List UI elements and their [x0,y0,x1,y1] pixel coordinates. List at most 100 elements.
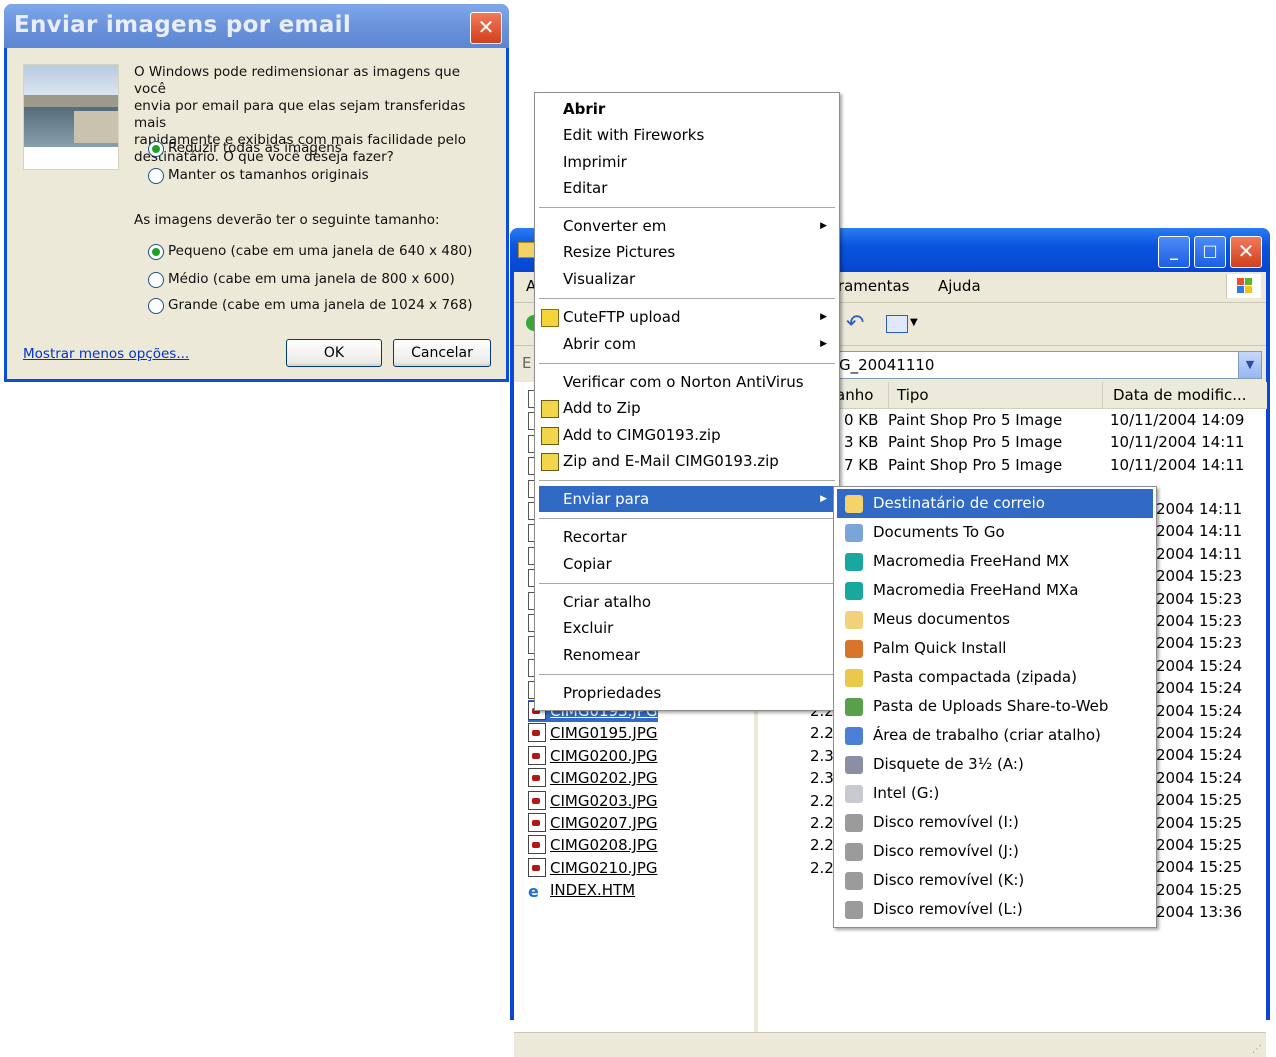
send-to-item[interactable]: Área de trabalho (criar atalho) [837,721,1153,750]
size-medium-radio[interactable] [148,272,164,288]
file-date-cell: 2004 15:24 [1156,746,1243,765]
send-to-item[interactable]: Macromedia FreeHand MX [837,547,1153,576]
menu-cuteftp[interactable]: CuteFTP upload ▶ [539,304,835,330]
size-small-label[interactable]: Pequeno (cabe em uma janela de 640 x 480… [168,243,472,260]
dialog-title-bar[interactable]: Enviar imagens por email ✕ [4,4,509,48]
send-to-item[interactable]: Disco removível (L:) [837,895,1153,924]
send-to-item-label: Palm Quick Install [873,639,1007,657]
menu-create-shortcut[interactable]: Criar atalho [539,589,835,615]
file-date-cell: 2004 15:23 [1156,612,1243,630]
jpg-file-icon [528,723,546,743]
send-to-item[interactable]: Disco removível (K:) [837,866,1153,895]
file-date-cell: 10/11/2004 14:11 [1110,433,1245,452]
file-name: CIMG0208.JPG [550,836,658,855]
documents-to-go-icon [845,524,863,542]
send-to-item[interactable]: Pasta compactada (zipada) [837,663,1153,692]
maximize-button[interactable]: □ [1194,236,1226,268]
menu-convert[interactable]: Converter em ▶ [539,213,835,239]
keep-size-label[interactable]: Manter os tamanhos originais [168,167,369,184]
menu-open-with[interactable]: Abrir com ▶ [539,331,835,357]
size-large-label[interactable]: Grande (cabe em uma janela de 1024 x 768… [168,297,472,314]
menu-help[interactable]: Ajuda [938,277,981,295]
file-row[interactable]: CIMG0210.JPG [528,857,658,879]
menu-delete[interactable]: Excluir [539,615,835,641]
menu-zip-and-email[interactable]: Zip and E-Mail CIMG0193.zip [539,448,835,474]
file-row[interactable]: CIMG0195.JPG [528,722,658,744]
menu-norton-scan[interactable]: Verificar com o Norton AntiVirus [539,369,835,395]
close-icon: ✕ [477,15,495,39]
web-upload-folder-icon [845,698,863,716]
menu-edit[interactable]: Editar [539,175,835,201]
file-date-cell: 2004 15:24 [1156,724,1243,742]
menu-open[interactable]: Abrir [539,96,835,122]
menu-print-label: Imprimir [563,153,627,171]
send-to-item[interactable]: Meus documentos [837,605,1153,634]
minimize-button[interactable]: _ [1158,236,1190,268]
send-to-item[interactable]: Disco removível (J:) [837,837,1153,866]
column-header-type[interactable]: Tipo [888,382,1103,409]
fewer-options-link[interactable]: Mostrar menos opções... [23,346,189,363]
send-to-item-label: Macromedia FreeHand MXa [873,581,1079,599]
menu-print[interactable]: Imprimir [539,149,835,175]
size-small-radio[interactable] [148,244,164,260]
menu-add-to-zip[interactable]: Add to Zip [539,395,835,421]
file-date-cell: 2004 15:23 [1156,634,1243,653]
file-date-cell: 2004 15:23 [1156,567,1243,586]
send-to-item[interactable]: Destinatário de correio [837,489,1153,518]
send-to-item-label: Documents To Go [873,523,1005,541]
dialog-close-button[interactable]: ✕ [470,12,502,44]
reduce-images-label[interactable]: Reduzir todas as imagens [168,140,342,157]
views-icon[interactable] [886,315,908,333]
reduce-images-radio[interactable] [148,141,164,157]
column-header-size[interactable]: anho [832,382,888,409]
file-row[interactable]: CIMG0208.JPG [528,834,658,856]
file-date-cell: 2004 14:11 [1156,522,1243,541]
menu-resize-pictures[interactable]: Resize Pictures [539,239,835,265]
send-to-submenu: Destinatário de correio Documents To Go Ma… [833,486,1157,928]
file-row[interactable]: CIMG0203.JPG [528,790,658,812]
menu-copy[interactable]: Copiar [539,551,835,577]
address-dropdown-button[interactable]: ▼ [1238,351,1262,379]
send-to-item[interactable]: Disquete de 3½ (A:) [837,750,1153,779]
file-row[interactable]: CIMG0207.JPG [528,812,658,834]
menu-cut[interactable]: Recortar [539,524,835,550]
ok-button[interactable]: OK [286,339,382,367]
file-date-cell: 2004 14:11 [1156,500,1243,518]
menu-preview[interactable]: Visualizar [539,266,835,292]
removable-disk-icon [845,814,863,832]
file-row[interactable]: CIMG0200.JPG [528,745,658,767]
send-to-item[interactable]: Palm Quick Install [837,634,1153,663]
close-button[interactable]: ✕ [1230,236,1262,268]
menu-rename[interactable]: Renomear [539,642,835,668]
send-to-item-label: Disco removível (L:) [873,900,1023,918]
size-medium-label[interactable]: Médio (cabe em uma janela de 800 x 600) [168,271,455,288]
send-to-item[interactable]: Macromedia FreeHand MXa [837,576,1153,605]
address-input[interactable]: G_20041110 [834,351,1242,379]
menu-edit-fireworks[interactable]: Edit with Fireworks [539,122,835,148]
resize-grip-icon[interactable]: ⋰ [1252,1044,1262,1055]
send-to-item[interactable]: Disco removível (I:) [837,808,1153,837]
keep-size-radio[interactable] [148,168,164,184]
views-dropdown-icon[interactable]: ▼ [910,317,918,328]
file-date-cell: 2004 15:24 [1156,656,1243,675]
menu-send-to[interactable]: Enviar para ▶ [539,486,835,512]
menu-properties[interactable]: Propriedades [539,680,835,706]
send-to-item[interactable]: Pasta de Uploads Share-to-Web [837,692,1153,721]
menu-add-to-named-zip[interactable]: Add to CIMG0193.zip [539,422,835,448]
menu-tools[interactable]: rramentas [832,277,910,295]
menu-convert-label: Converter em [563,217,667,235]
column-header-date[interactable]: Data de modific... [1102,382,1267,409]
cancel-button[interactable]: Cancelar [393,339,491,367]
send-to-item[interactable]: Intel (G:) [837,779,1153,808]
size-large-radio[interactable] [148,298,164,314]
menu-edit-fireworks-label: Edit with Fireworks [563,126,705,144]
submenu-arrow-icon: ▶ [820,312,827,322]
address-label: E [522,354,532,372]
file-row[interactable]: e INDEX.HTM [528,879,635,901]
undo-icon[interactable]: ↶ [846,311,864,336]
cuteftp-icon [541,309,559,327]
file-row[interactable]: CIMG0202.JPG [528,767,658,789]
menu-delete-label: Excluir [563,619,614,637]
send-to-item[interactable]: Documents To Go [837,518,1153,547]
menu-copy-label: Copiar [563,555,612,573]
